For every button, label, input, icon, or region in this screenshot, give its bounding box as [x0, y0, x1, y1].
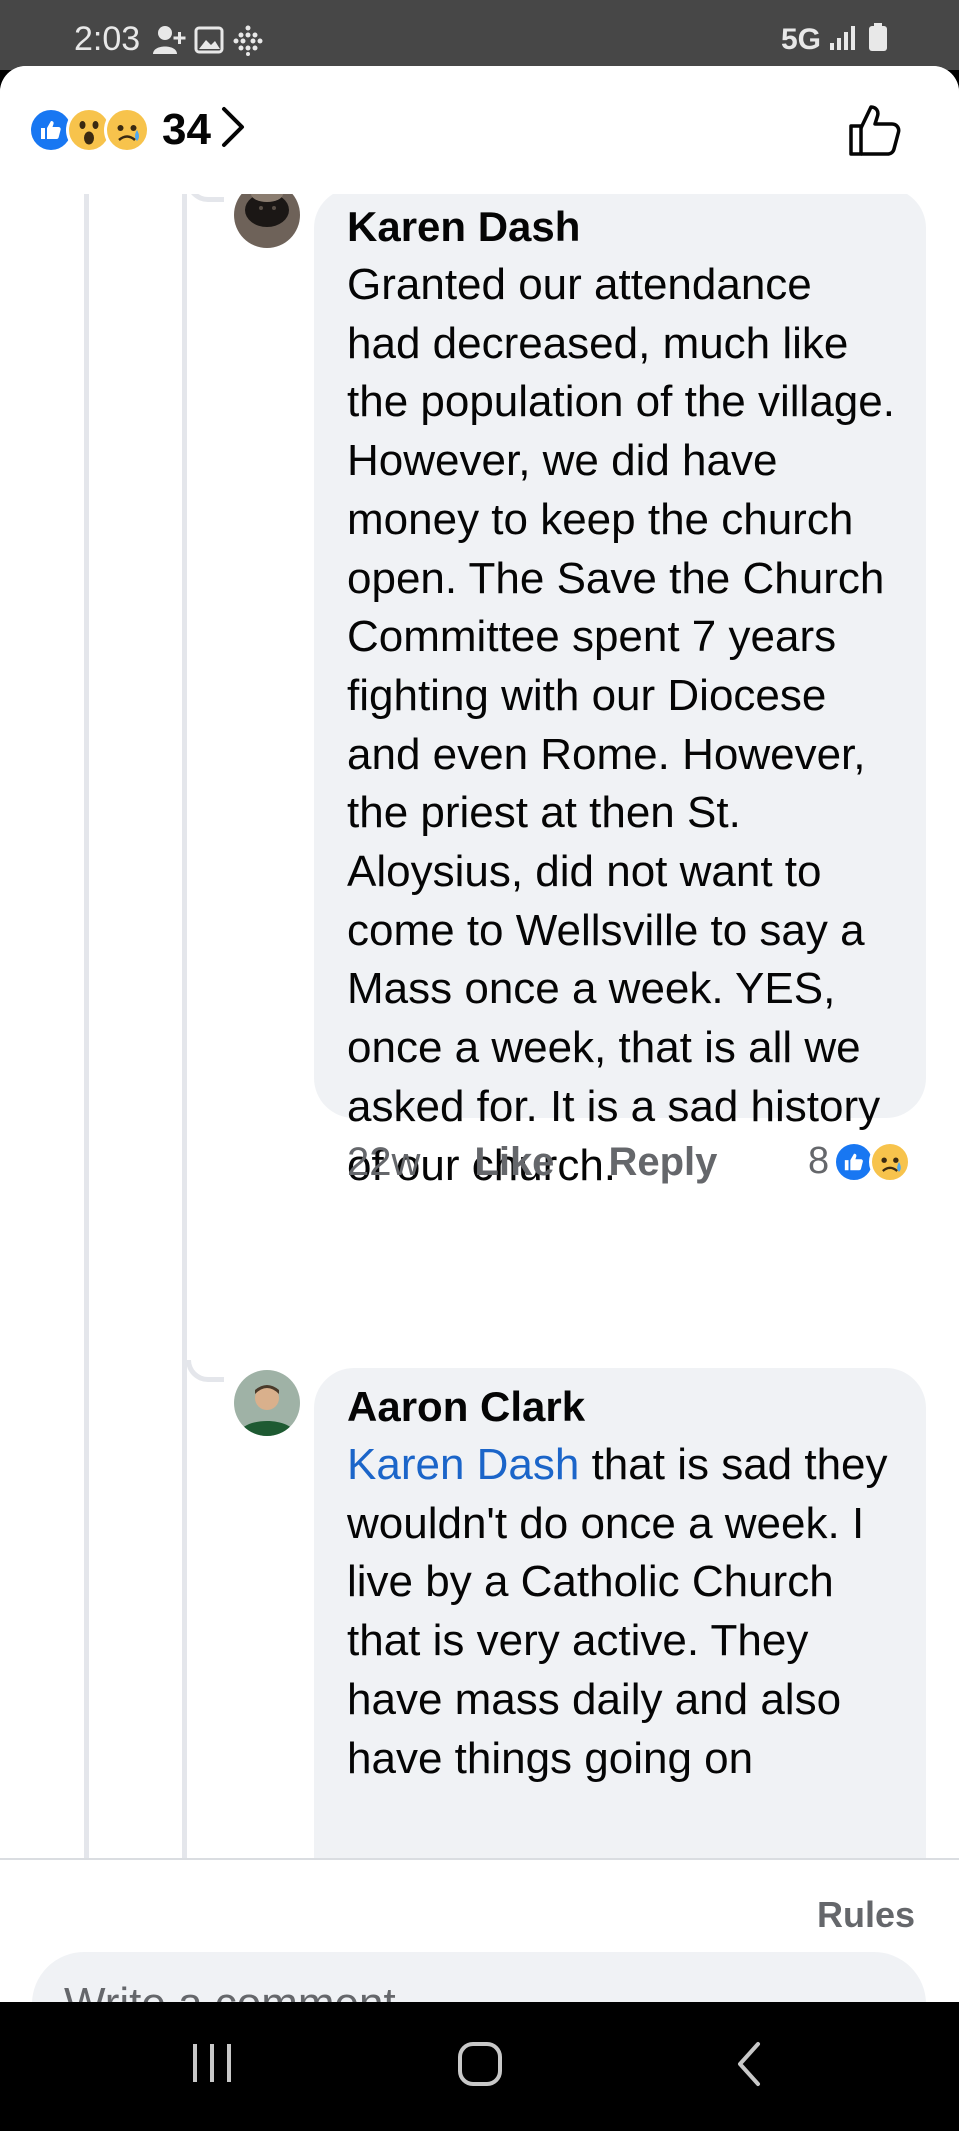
chevron-right-icon — [219, 104, 247, 155]
reply-button[interactable]: Reply — [608, 1140, 717, 1185]
dots-grid-icon — [232, 24, 264, 61]
network-type: 5G — [780, 22, 821, 56]
sad-reaction-icon — [869, 1140, 912, 1183]
sad-reaction-icon — [104, 106, 150, 153]
like-button[interactable]: Like — [474, 1140, 554, 1185]
like-icon[interactable] — [847, 102, 903, 163]
home-icon[interactable] — [456, 2040, 504, 2093]
comment-reaction-count: 8 — [808, 1140, 830, 1182]
comment-actions: 22w Like Reply — [347, 1140, 717, 1185]
status-time: 2:03 — [74, 20, 141, 58]
comment-text: Granted our attendance had decreased, mu… — [347, 260, 895, 1190]
mention-link[interactable]: Karen Dash — [347, 1440, 579, 1489]
reaction-summary[interactable]: 34 — [28, 104, 247, 155]
comment-author[interactable]: Karen Dash — [347, 198, 896, 256]
comment-input[interactable] — [32, 1952, 926, 2002]
image-icon — [194, 25, 224, 60]
reply-connector — [186, 1360, 224, 1382]
comment-bubble[interactable]: Aaron Clark Karen Dash that is sad they … — [314, 1368, 926, 1858]
navigation-bar — [0, 2002, 959, 2131]
comment-thread[interactable]: Karen Dash Granted our attendance had de… — [0, 194, 959, 1858]
reaction-count: 34 — [162, 104, 211, 154]
reply-thread-line — [182, 194, 187, 1858]
comment-text: Karen Dash that is sad they wouldn't do … — [347, 1436, 896, 1788]
sheet-header: 34 — [0, 66, 959, 194]
comment-reactions[interactable]: 8 — [808, 1140, 912, 1183]
comment-author[interactable]: Aaron Clark — [347, 1378, 896, 1436]
avatar-aaron-clark[interactable] — [234, 1370, 300, 1436]
add-person-icon — [152, 24, 186, 61]
reply-connector — [186, 194, 224, 202]
comments-sheet: 34 Karen Dash Granted our attendance had… — [0, 66, 959, 2002]
back-icon[interactable] — [734, 2040, 766, 2093]
recent-apps-icon[interactable] — [190, 2040, 234, 2091]
battery-icon — [867, 22, 889, 57]
comment-bubble[interactable]: Karen Dash Granted our attendance had de… — [314, 194, 926, 1190]
status-bar: 2:03 5G — [0, 0, 959, 70]
rules-link[interactable]: Rules — [817, 1894, 915, 1936]
comment-text-body: that is sad they wouldn't do once a week… — [347, 1440, 888, 1783]
signal-icon — [829, 23, 859, 56]
thread-line — [84, 194, 89, 1858]
comment-time[interactable]: 22w — [347, 1140, 420, 1185]
avatar-karen-dash[interactable] — [234, 194, 300, 248]
comment-composer: Rules — [0, 1858, 959, 2002]
